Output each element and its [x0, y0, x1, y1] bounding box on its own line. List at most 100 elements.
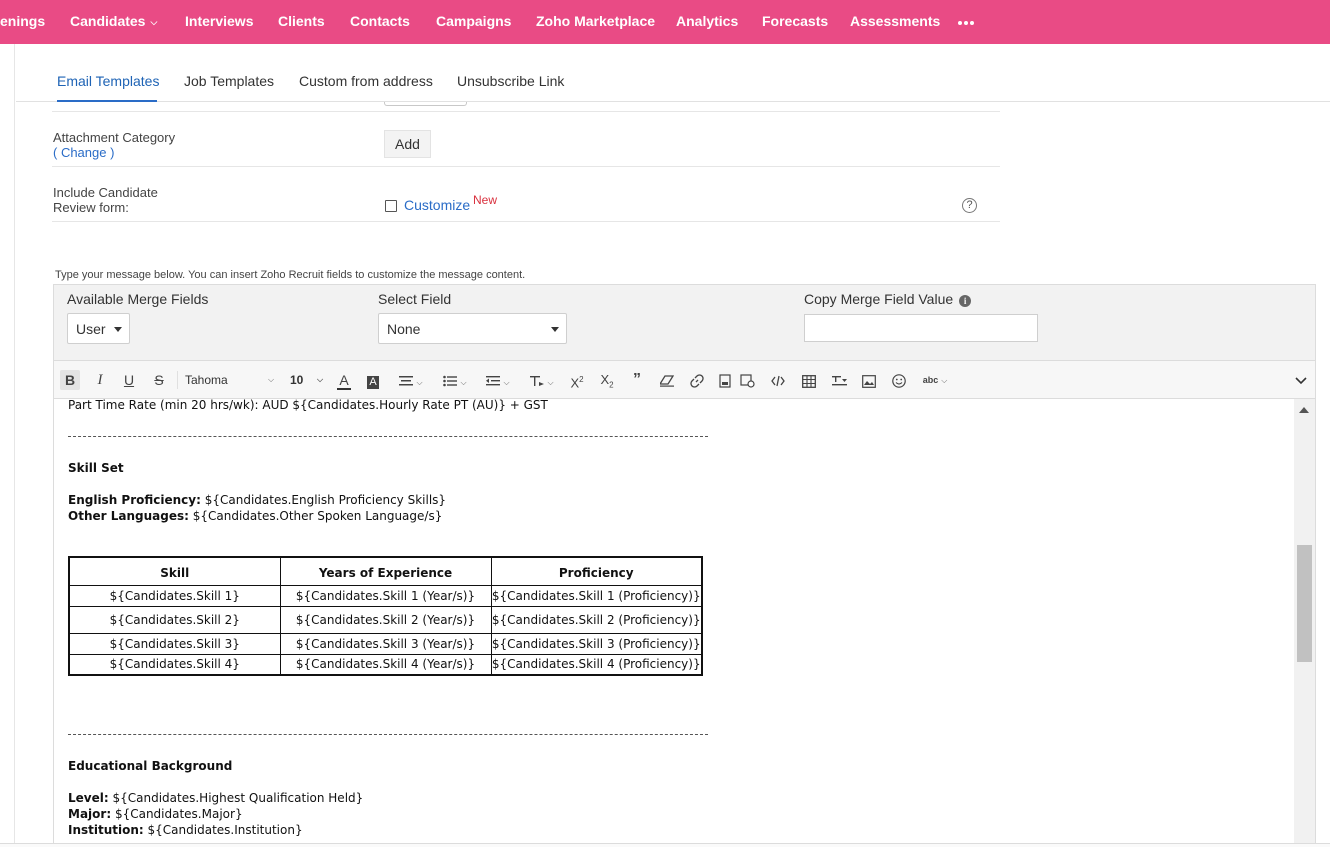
image-icon[interactable]	[859, 370, 879, 390]
add-attachment-button[interactable]: Add	[384, 130, 431, 158]
select-value: User	[76, 321, 106, 337]
indent-icon[interactable]: ⌵	[482, 370, 514, 390]
nav-item-label: enings	[0, 13, 46, 29]
table-cell: ${Candidates.Skill 4 (Year/s)}	[279, 653, 492, 676]
info-icon[interactable]: i	[959, 295, 972, 307]
nav-item-candidates[interactable]: Candidates ⌵	[70, 0, 157, 44]
align-icon[interactable]: ⌵	[395, 370, 427, 390]
attachment-category-text: Attachment Category	[53, 130, 176, 145]
expand-chevron-icon[interactable]	[1291, 370, 1311, 390]
underline-icon[interactable]: U	[119, 370, 139, 390]
row-divider	[52, 111, 1000, 112]
level-value: ${Candidates.Highest Qualification Held}	[108, 791, 364, 805]
tab-custom-from-address[interactable]: Custom from address	[299, 73, 433, 89]
clear-format-icon[interactable]	[657, 370, 677, 390]
blockquote-icon[interactable]: ”	[627, 370, 647, 390]
nav-item-label: Analytics	[676, 13, 739, 29]
change-link[interactable]: ( Change )	[53, 145, 175, 160]
nav-item-zoho-marketplace[interactable]: Zoho Marketplace	[536, 0, 655, 44]
strikethrough-icon[interactable]: S	[149, 370, 169, 390]
select-field-dropdown[interactable]: None	[378, 313, 567, 344]
background-color-icon[interactable]: A	[364, 370, 382, 390]
table-cell: ${Candidates.Skill 1}	[68, 584, 281, 607]
editor-scrollbar[interactable]	[1294, 399, 1315, 847]
partial-button	[384, 102, 467, 106]
institution-label: Institution:	[68, 823, 144, 837]
merge-fields-panel: Available Merge Fields User Select Field…	[53, 284, 1316, 361]
new-badge: New	[473, 193, 498, 207]
font-size-value: 10	[290, 373, 304, 387]
email-body-editor[interactable]: Part Time Rate (min 20 hrs/wk): AUD ${Ca…	[53, 399, 1316, 847]
skills-table: Skill Years of Experience Proficiency ${…	[68, 556, 703, 676]
customize-link[interactable]: Customize	[404, 197, 470, 213]
chevron-down-icon: ⌵	[317, 375, 324, 384]
row-divider	[52, 166, 1000, 167]
table-cell: ${Candidates.Skill 3 (Proficiency)}	[490, 632, 703, 655]
nav-item-analytics[interactable]: Analytics	[676, 0, 738, 44]
major-line: Major: ${Candidates.Major}	[68, 807, 243, 821]
superscript-icon[interactable]: X2	[567, 370, 587, 390]
table-icon[interactable]	[799, 370, 819, 390]
code-icon[interactable]	[768, 370, 788, 390]
table-cell: ${Candidates.Skill 2 (Proficiency)}	[490, 605, 703, 634]
table-cell: ${Candidates.Skill 1 (Proficiency)}	[490, 584, 703, 607]
dashed-divider	[68, 436, 708, 437]
nav-item-interviews[interactable]: Interviews	[185, 0, 253, 44]
help-icon[interactable]: ?	[962, 198, 977, 213]
other-languages-value: ${Candidates.Other Spoken Language/s}	[188, 509, 443, 523]
table-header: Skill	[68, 556, 281, 586]
table-cell: ${Candidates.Skill 4}	[68, 653, 281, 676]
scrollbar-thumb[interactable]	[1297, 545, 1312, 662]
nav-item-clients[interactable]: Clients	[278, 0, 325, 44]
font-color-icon[interactable]: A	[335, 370, 353, 390]
skill-set-heading: Skill Set	[68, 461, 124, 475]
nav-item-openings[interactable]: enings	[0, 0, 45, 44]
italic-icon[interactable]: I	[90, 370, 110, 390]
review-form-checkbox[interactable]	[385, 200, 397, 212]
font-size-select[interactable]: 10 ⌵	[290, 370, 324, 390]
font-family-select[interactable]: Tahoma ⌵	[185, 370, 275, 390]
table-cell: ${Candidates.Skill 1 (Year/s)}	[279, 584, 492, 607]
nav-item-label: Clients	[278, 13, 325, 29]
select-field-label: Select Field	[378, 291, 452, 307]
format-painter-icon[interactable]	[829, 370, 849, 390]
other-languages-line: Other Languages: ${Candidates.Other Spok…	[68, 509, 442, 523]
caret-down-icon	[551, 327, 559, 332]
link-icon[interactable]	[687, 370, 707, 390]
nav-item-forecasts[interactable]: Forecasts	[762, 0, 828, 44]
dashed-divider	[68, 734, 708, 735]
nav-item-assessments[interactable]: Assessments	[850, 0, 940, 44]
merge-field-icon[interactable]	[738, 370, 758, 390]
list-icon[interactable]: ⌵	[439, 370, 471, 390]
table-header-row: Skill Years of Experience Proficiency	[68, 556, 703, 586]
more-horizontal-icon[interactable]	[958, 15, 978, 29]
copy-merge-field-input[interactable]	[804, 314, 1038, 342]
english-label: English Proficiency:	[68, 493, 201, 507]
tab-email-templates[interactable]: Email Templates	[57, 73, 159, 89]
tab-unsubscribe-link[interactable]: Unsubscribe Link	[457, 73, 564, 89]
chevron-down-icon: ⌵	[150, 17, 158, 27]
bold-icon[interactable]: B	[60, 370, 80, 390]
table-header: Years of Experience	[279, 556, 492, 586]
subscript-icon[interactable]: X2	[597, 370, 617, 390]
spellcheck-icon[interactable]: abc ⌵	[919, 370, 951, 390]
emoji-icon[interactable]	[889, 370, 909, 390]
nav-item-contacts[interactable]: Contacts	[350, 0, 410, 44]
english-proficiency-line: English Proficiency: ${Candidates.Englis…	[68, 493, 446, 507]
template-icon[interactable]	[716, 370, 734, 390]
nav-item-campaigns[interactable]: Campaigns	[436, 0, 511, 44]
other-languages-label: Other Languages:	[68, 509, 189, 523]
institution-value: ${Candidates.Institution}	[143, 823, 303, 837]
table-cell: ${Candidates.Skill 3}	[68, 632, 281, 655]
scroll-up-icon[interactable]	[1299, 407, 1309, 413]
table-row: ${Candidates.Skill 3} ${Candidates.Skill…	[68, 632, 703, 655]
line-height-icon[interactable]: ⌵	[526, 370, 558, 390]
attachment-category-label: Attachment Category ( Change )	[53, 130, 175, 160]
table-header: Proficiency	[490, 556, 703, 586]
tab-job-templates[interactable]: Job Templates	[184, 73, 274, 89]
row-divider	[52, 221, 1000, 222]
available-merge-fields-select[interactable]: User	[67, 313, 130, 344]
nav-item-label: Candidates	[70, 13, 146, 29]
editor-toolbar: B I U S Tahoma ⌵ 10 ⌵ A A ⌵ ⌵ ⌵ ⌵ X2 X2 ” …	[53, 360, 1316, 399]
major-label: Major:	[68, 807, 112, 821]
